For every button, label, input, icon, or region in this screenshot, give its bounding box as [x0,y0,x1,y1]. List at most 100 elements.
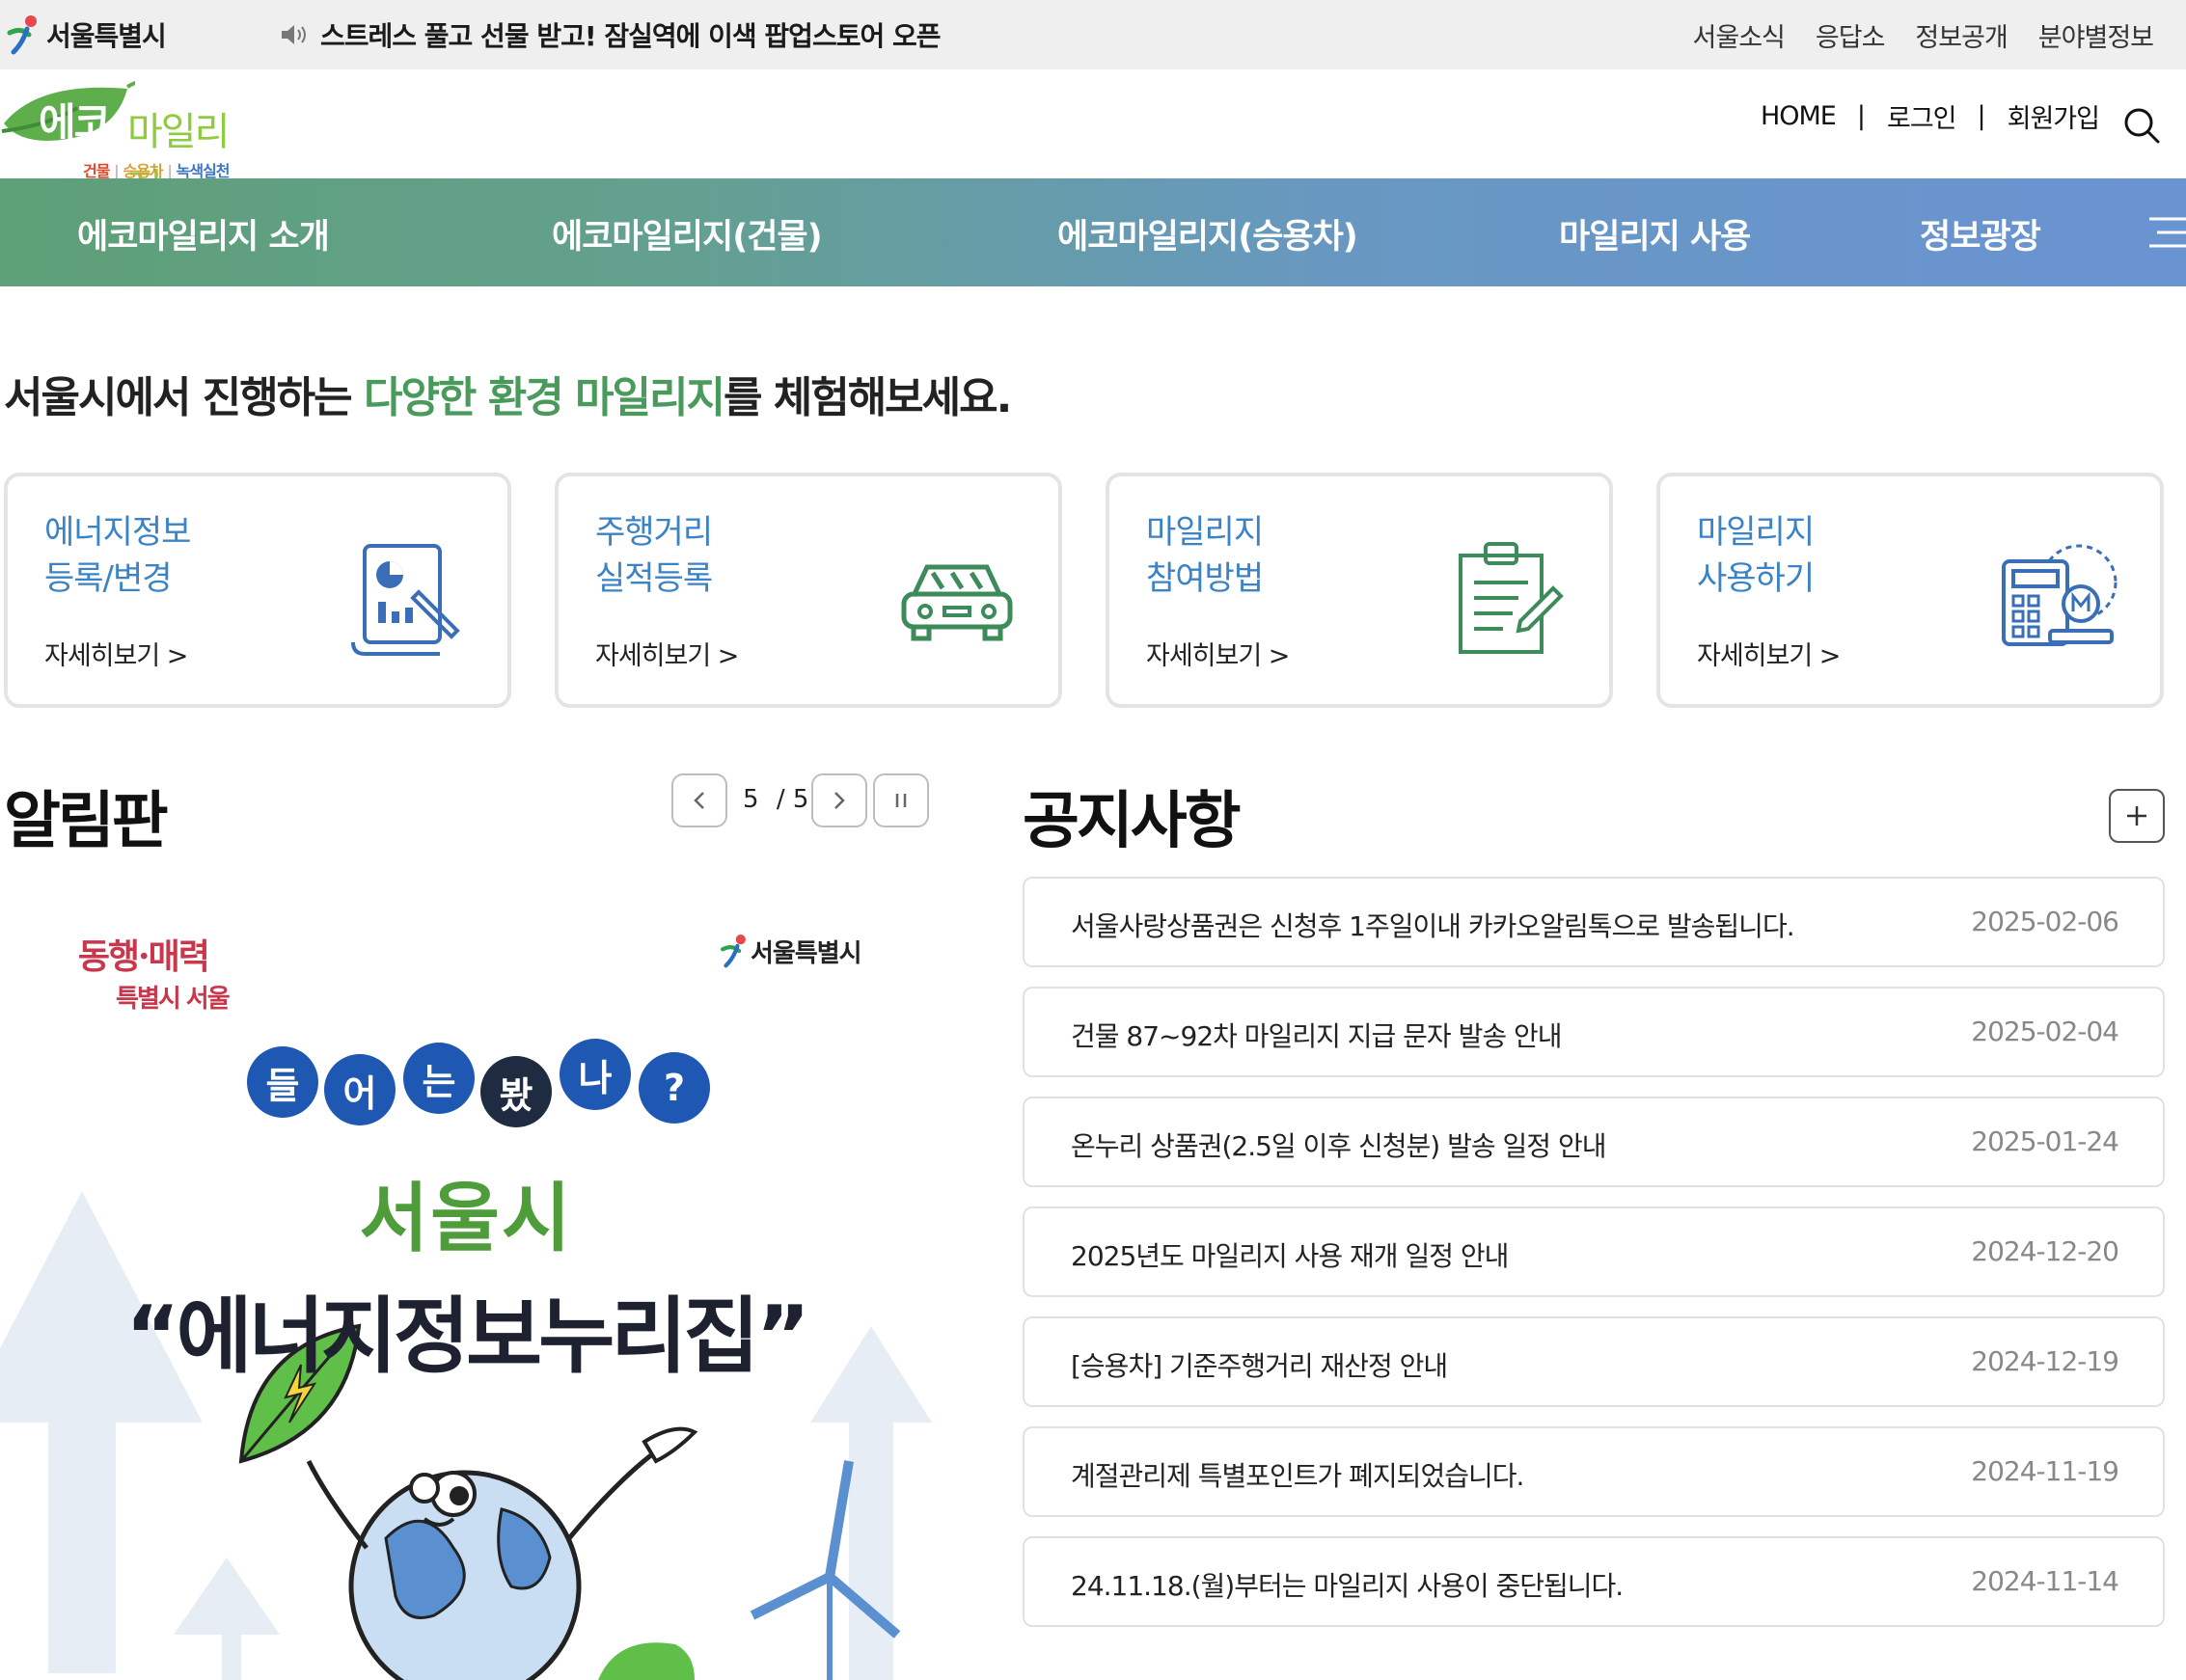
notice-row[interactable]: 2025년도 마일리지 사용 재개 일정 안내 2024-12-20 [1023,1206,2165,1297]
notice-item-title: 서울사랑상품권은 신청후 1주일이내 카카오알림톡으로 발송됩니다. [1071,910,1795,942]
signup-link[interactable]: 회원가입 [2008,97,2100,135]
notice-row[interactable]: 건물 87~92차 마일리지 지급 문자 발송 안내 2025-02-04 [1023,987,2165,1077]
card-title: 에너지정보 등록/변경 [44,509,295,602]
notice-item-title: 24.11.18.(월)부터는 마일리지 사용이 중단됩니다. [1071,1570,1624,1602]
site-header: 에코 마일리지 건물 | 승용차 | 녹색실천 HOME | 로그인 | 회원가… [0,69,2186,210]
card-title: 마일리지 사용하기 [1697,509,1948,602]
notice-row[interactable]: [승용차] 기준주행거리 재산정 안내 2024-12-19 [1023,1316,2165,1407]
bubble-char: 나 [560,1039,631,1110]
bubble-char: 는 [403,1043,475,1114]
notice-item-title: 2025년도 마일리지 사용 재개 일정 안내 [1071,1240,1509,1272]
nav-info-plaza[interactable]: 정보광장 [1920,209,2041,258]
notice-item-title: [승용차] 기준주행거리 재산정 안내 [1071,1350,1448,1382]
card-more-link[interactable]: 자세히보기 > [1146,635,1290,672]
notice-item-date: 2024-11-19 [1971,1455,2119,1487]
card-title-line2: 사용하기 [1697,559,1815,598]
notice-board-poster[interactable]: 동행·매력 특별시 서울 서울특별시 들 어 는 봤 나 ? 서울시 “에너지정… [0,882,932,1680]
intro-prefix: 서울시에서 진행하는 [4,373,364,422]
notice-more-button[interactable] [2109,789,2165,843]
prev-slide-button[interactable] [671,773,727,827]
poster-slogan-line2: 특별시 서울 [116,985,231,1014]
notice-item-date: 2025-02-06 [1971,906,2119,937]
notice-row[interactable]: 계절관리제 특별포인트가 폐지되었습니다. 2024-11-19 [1023,1426,2165,1517]
logo-eco-text: 에코 [39,99,111,147]
notice-item-date: 2024-12-19 [1971,1345,2119,1377]
seoul-logo-text: 서울특별시 [46,20,167,52]
nav-mileage-use[interactable]: 마일리지 사용 [1559,209,1751,258]
bubble-char: ? [639,1052,710,1124]
bubble-char: 봤 [480,1056,552,1127]
utility-links: 서울소식 응답소 정보공개 분야별정보 [1693,14,2154,56]
plus-icon [2127,806,2146,826]
home-link[interactable]: HOME [1761,101,1837,131]
poster-slogan-line1: 동행·매력 [77,936,210,977]
card-title-line2: 등록/변경 [44,559,173,598]
nav-eco-car[interactable]: 에코마일리지(승용차) [1057,209,1358,258]
seoul-city-logo[interactable]: 서울특별시 [4,12,167,58]
nav-eco-intro[interactable]: 에코마일리지 소개 [77,209,330,258]
pause-slide-button[interactable] [873,773,929,827]
search-icon[interactable] [2122,106,2161,145]
notice-row[interactable]: 24.11.18.(월)부터는 마일리지 사용이 중단됩니다. 2024-11-… [1023,1536,2165,1627]
bubble-char: 어 [324,1054,396,1125]
link-eungdapso[interactable]: 응답소 [1816,16,1886,54]
clipboard-pen-icon [1459,542,1564,654]
poster-city: 서울시 [359,1176,573,1262]
intro-highlight: 다양한 환경 마일리지 [363,373,725,422]
board-title: 알림판 [4,786,169,857]
card-energy-info[interactable]: 에너지정보 등록/변경 자세히보기 > [4,473,511,708]
poster-slogan: 동행·매력 특별시 서울 [58,929,231,1015]
news-ticker[interactable]: 스트레스 풀고 선물 받고! 잠실역에 이색 팝업스토어 오픈 [280,14,941,56]
notice-item-title: 건물 87~92차 마일리지 지급 문자 발송 안내 [1071,1020,1563,1052]
nav-eco-building[interactable]: 에코마일리지(건물) [552,209,823,258]
seoul-symbol-icon [7,15,37,55]
card-title: 주행거리 실적등록 [595,509,846,602]
top-utility-bar: 서울특별시 스트레스 풀고 선물 받고! 잠실역에 이색 팝업스토어 오픈 서울… [0,0,2186,69]
separator: | [1977,100,1986,131]
login-link[interactable]: 로그인 [1887,97,1957,135]
speaker-icon [282,25,306,44]
pager-current: 5 [743,785,759,814]
notice-item-date: 2025-01-24 [1971,1125,2119,1157]
link-field-info[interactable]: 분야별정보 [2038,16,2154,54]
main-navigation: 에코마일리지 소개 에코마일리지(건물) 에코마일리지(승용차) 마일리지 사용… [0,178,2186,286]
news-headline: 스트레스 풀고 선물 받고! 잠실역에 이색 팝업스토어 오픈 [320,20,941,52]
next-slide-button[interactable] [811,773,867,827]
poster-seoul-text: 서울특별시 [751,938,862,968]
pause-icon [895,794,907,807]
notice-item-date: 2024-11-14 [1971,1565,2119,1597]
intro-heading: 서울시에서 진행하는 다양한 환경 마일리지를 체험해보세요. [4,363,1012,424]
card-title-line1: 마일리지 [1146,513,1264,552]
calculator-mileage-icon [2002,544,2118,646]
card-more-link[interactable]: 자세히보기 > [44,635,188,672]
intro-suffix: 를 체험해보세요. [723,373,1012,422]
card-use-mileage[interactable]: 마일리지 사용하기 자세히보기 > [1656,473,2164,708]
card-title-line2: 실적등록 [595,559,713,598]
poster-seoul-logo: 서울특별시 [718,933,862,969]
notice-item-date: 2024-12-20 [1971,1235,2119,1267]
header-links: HOME | 로그인 | 회원가입 [1761,96,2100,135]
notice-item-date: 2025-02-04 [1971,1016,2119,1047]
chevron-left-icon [694,792,704,809]
notice-item-title: 온누리 상품권(2.5일 이후 신청분) 발송 일정 안내 [1071,1130,1606,1162]
chevron-right-icon [834,792,845,809]
link-seoul-news[interactable]: 서울소식 [1693,16,1786,54]
seoul-symbol-icon [720,935,746,968]
card-title: 마일리지 참여방법 [1146,509,1397,602]
card-more-link[interactable]: 자세히보기 > [595,635,739,672]
card-title-line1: 마일리지 [1697,513,1815,552]
hamburger-menu-icon[interactable] [2144,215,2186,250]
notice-row[interactable]: 서울사랑상품권은 신청후 1주일이내 카카오알림톡으로 발송됩니다. 2025-… [1023,877,2165,967]
card-participation[interactable]: 마일리지 참여방법 자세히보기 > [1106,473,1613,708]
notice-title: 공지사항 [1023,786,1242,857]
card-more-link[interactable]: 자세히보기 > [1697,635,1841,672]
car-icon [901,564,1013,641]
link-info-disclosure[interactable]: 정보공개 [1915,16,2008,54]
eco-mileage-logo[interactable]: 에코 마일리지 건물 | 승용차 | 녹색실천 [0,79,253,210]
pager-total: / 5 [776,785,809,814]
card-title-line2: 참여방법 [1146,559,1264,598]
bubble-char: 들 [247,1046,318,1118]
poster-headline: “에너지정보누리집” [124,1288,810,1385]
card-driving-distance[interactable]: 주행거리 실적등록 자세히보기 > [555,473,1062,708]
notice-row[interactable]: 온누리 상품권(2.5일 이후 신청분) 발송 일정 안내 2025-01-24 [1023,1097,2165,1187]
